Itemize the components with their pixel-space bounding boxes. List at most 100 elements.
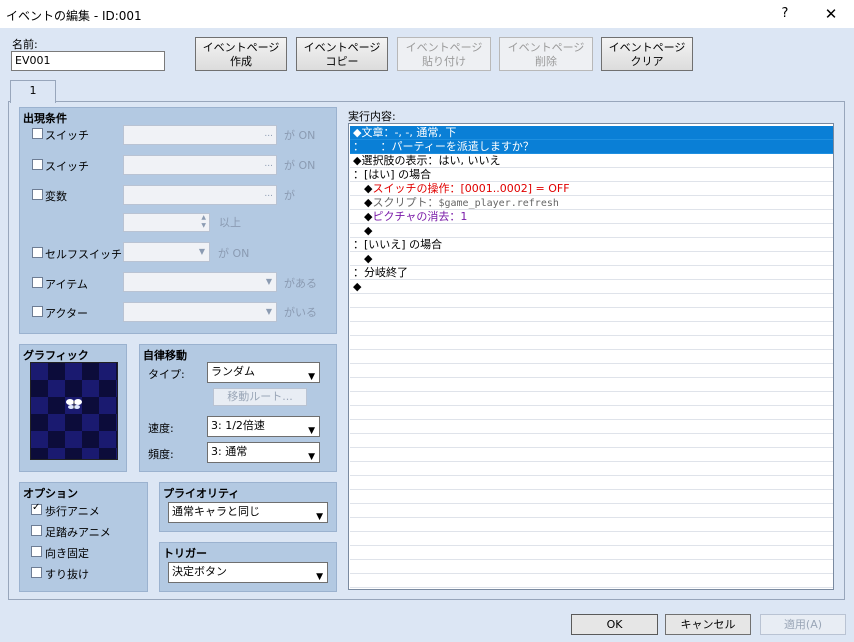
direction-fix-checkbox[interactable]	[31, 546, 42, 557]
command-row[interactable]: ◆	[350, 280, 833, 294]
switch1-field[interactable]: ...	[123, 125, 277, 145]
ellipsis-icon: ...	[264, 159, 273, 169]
chevron-down-icon: ▼	[308, 452, 315, 462]
walking-anim-checkbox[interactable]: ✓	[31, 502, 42, 515]
cancel-button[interactable]: キャンセル	[665, 614, 751, 635]
self-switch-suffix: が ON	[218, 247, 250, 260]
type-select[interactable]: ランダム ▼	[207, 362, 320, 383]
self-switch-label: セルフスイッチ	[45, 248, 122, 261]
command-row[interactable]: ： ：パーティーを派遣しますか？	[350, 140, 833, 154]
self-switch-checkbox[interactable]	[32, 247, 43, 258]
contents-list[interactable]: ◆文章：-, -, 通常, 下 ： ：パーティーを派遣しますか？ ◆選択肢の表示…	[348, 123, 834, 590]
name-input[interactable]: EV001	[11, 51, 165, 71]
command-row[interactable]: ◆スイッチの操作：[0001..0002] = OFF	[350, 182, 833, 196]
empty-row[interactable]	[350, 308, 833, 322]
actor-select[interactable]: ▼	[123, 302, 277, 322]
paste-page-button[interactable]: イベントページ 貼り付け	[397, 37, 491, 71]
apply-button[interactable]: 適用(A)	[760, 614, 846, 635]
empty-row[interactable]	[350, 462, 833, 476]
empty-row[interactable]	[350, 336, 833, 350]
switch2-checkbox[interactable]	[32, 159, 43, 170]
frequency-label: 頻度:	[148, 448, 174, 461]
actor-label: アクター	[45, 307, 89, 320]
create-page-button[interactable]: イベントページ 作成	[195, 37, 287, 71]
empty-row[interactable]	[350, 406, 833, 420]
empty-row[interactable]	[350, 434, 833, 448]
chevron-down-icon: ▼	[265, 277, 272, 286]
command-row[interactable]: ◆スクリプト：$game_player.refresh	[350, 196, 833, 210]
delete-page-button[interactable]: イベントページ 削除	[499, 37, 593, 71]
empty-row[interactable]	[350, 378, 833, 392]
empty-row[interactable]	[350, 518, 833, 532]
empty-row[interactable]	[350, 392, 833, 406]
tab-page-1[interactable]: 1	[10, 80, 56, 103]
speed-select[interactable]: 3: 1/2倍速 ▼	[207, 416, 320, 437]
empty-row[interactable]	[350, 560, 833, 574]
command-row[interactable]: ：分岐終了	[350, 266, 833, 280]
empty-row[interactable]	[350, 532, 833, 546]
item-select[interactable]: ▼	[123, 272, 277, 292]
spin-up-icon[interactable]: ▲	[201, 214, 206, 221]
empty-row[interactable]	[350, 448, 833, 462]
name-label: 名前:	[12, 38, 38, 51]
switch1-suffix: が ON	[284, 129, 316, 142]
stepping-anim-checkbox[interactable]	[31, 525, 42, 536]
chevron-down-icon: ▼	[198, 247, 205, 256]
direction-fix-label: 向き固定	[45, 547, 89, 560]
empty-row[interactable]	[350, 546, 833, 560]
command-row[interactable]: ◆ピクチャの消去：1	[350, 210, 833, 224]
close-button[interactable]: ✕	[816, 3, 846, 25]
help-button[interactable]: ?	[772, 3, 798, 25]
through-checkbox[interactable]	[31, 567, 42, 578]
variable-checkbox[interactable]	[32, 189, 43, 200]
command-row[interactable]: ◆文章：-, -, 通常, 下	[350, 126, 833, 140]
command-row[interactable]: ：[いいえ] の場合	[350, 238, 833, 252]
empty-row[interactable]	[350, 490, 833, 504]
command-row[interactable]: ◆選択肢の表示：はい, いいえ	[350, 154, 833, 168]
chevron-down-icon: ▼	[316, 572, 323, 582]
actor-checkbox[interactable]	[32, 306, 43, 317]
spin-down-icon[interactable]: ▼	[201, 222, 206, 229]
ellipsis-icon: ...	[264, 189, 273, 199]
type-label: タイプ:	[148, 368, 185, 381]
empty-row[interactable]	[350, 476, 833, 490]
window-title: イベントの編集 - ID:001	[6, 9, 142, 23]
item-suffix: がある	[284, 277, 317, 290]
chevron-down-icon: ▼	[308, 372, 315, 382]
priority-select[interactable]: 通常キャラと同じ ▼	[168, 502, 328, 523]
variable-suffix-gte: 以上	[219, 216, 241, 229]
command-row[interactable]: ◆	[350, 252, 833, 266]
empty-row[interactable]	[350, 504, 833, 518]
graphic-preview[interactable]	[30, 362, 118, 460]
item-checkbox[interactable]	[32, 277, 43, 288]
ok-button[interactable]: OK	[571, 614, 658, 635]
command-row[interactable]: ◆	[350, 224, 833, 238]
empty-row[interactable]	[350, 364, 833, 378]
variable-value-spinner[interactable]: ▲ ▼	[123, 213, 210, 232]
move-route-button[interactable]: 移動ルート...	[213, 388, 307, 406]
empty-row[interactable]	[350, 350, 833, 364]
trigger-select[interactable]: 決定ボタン ▼	[168, 562, 328, 583]
chevron-down-icon: ▼	[308, 426, 315, 436]
switch1-checkbox[interactable]	[32, 128, 43, 139]
switch2-field[interactable]: ...	[123, 155, 277, 175]
empty-row[interactable]	[350, 420, 833, 434]
variable-field[interactable]: ...	[123, 185, 277, 205]
contents-label: 実行内容:	[348, 110, 396, 123]
self-switch-select[interactable]: ▼	[123, 242, 210, 262]
copy-page-button[interactable]: イベントページ コピー	[296, 37, 388, 71]
item-label: アイテム	[45, 278, 88, 291]
switch2-label: スイッチ	[45, 160, 89, 173]
empty-row[interactable]	[350, 294, 833, 308]
empty-row[interactable]	[350, 574, 833, 588]
check-icon: ✓	[32, 502, 41, 513]
autonomous-title: 自律移動	[143, 349, 187, 362]
clear-page-button[interactable]: イベントページ クリア	[601, 37, 693, 71]
empty-row[interactable]	[350, 322, 833, 336]
stepping-anim-label: 足踏みアニメ	[45, 526, 111, 539]
chevron-down-icon: ▼	[265, 307, 272, 316]
frequency-select[interactable]: 3: 通常 ▼	[207, 442, 320, 463]
priority-title: プライオリティ	[163, 487, 240, 500]
command-row[interactable]: ：[はい] の場合	[350, 168, 833, 182]
options-title: オプション	[23, 487, 78, 500]
